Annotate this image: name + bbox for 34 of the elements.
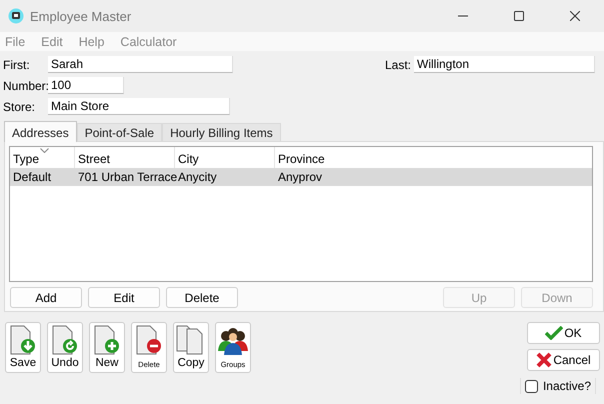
table-cell-text: 701 Urban Terrace xyxy=(77,170,175,184)
ok-button[interactable]: OK xyxy=(527,322,600,344)
field-label: First: xyxy=(3,58,31,72)
store-field[interactable]: Main Store xyxy=(48,98,230,115)
toolbar-button[interactable]: Copy xyxy=(173,322,209,373)
toolbar-button[interactable]: Save xyxy=(5,322,41,373)
table-row[interactable]: Default 701 Urban TerraceAnycity Anyprov xyxy=(10,168,592,186)
maximize-icon[interactable] xyxy=(514,11,524,21)
first-name-field[interactable]: Sarah xyxy=(48,56,233,73)
cross-icon xyxy=(536,352,552,368)
last-name-field[interactable]: Willington xyxy=(414,56,595,73)
list-button[interactable]: Edit xyxy=(88,287,160,308)
list-button[interactable]: Add xyxy=(10,287,82,308)
column-header[interactable]: Province xyxy=(275,147,375,168)
tab[interactable]: Point-of-Sale xyxy=(76,123,162,141)
number-field[interactable]: 100 xyxy=(48,77,124,94)
checkmark-icon xyxy=(545,326,564,340)
field-label: Store: xyxy=(3,100,36,114)
table-cell-text: Anyprov xyxy=(277,170,324,184)
table-cell-text: Default xyxy=(12,170,52,184)
field-label: Number: xyxy=(3,78,48,92)
cancel-button[interactable]: Cancel xyxy=(527,349,600,371)
sort-icon xyxy=(40,148,49,153)
toolbar-button[interactable]: Undo xyxy=(47,322,83,373)
window-title: Employee Master xyxy=(30,8,132,24)
close-icon[interactable] xyxy=(570,11,580,21)
tab[interactable]: Addresses xyxy=(4,121,77,142)
table-cell-text: Anycity xyxy=(177,170,218,184)
people-icon xyxy=(217,325,249,355)
field-label: Last: xyxy=(384,58,411,72)
tab[interactable]: Hourly Billing Items xyxy=(162,123,281,141)
list-button[interactable]: Delete xyxy=(166,287,238,308)
toolbar-button[interactable]: New xyxy=(89,322,125,373)
app-icon xyxy=(8,8,24,24)
